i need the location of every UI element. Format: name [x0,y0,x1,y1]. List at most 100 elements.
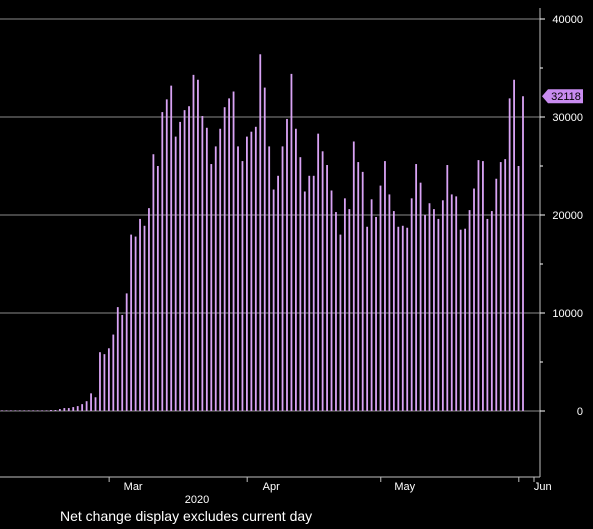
x-tick-label: Jun [534,481,552,493]
bar [424,215,426,411]
bar [419,182,422,411]
bar [72,407,75,411]
bar [161,112,164,411]
bar [36,410,39,411]
bar [268,146,271,411]
bar [317,133,320,411]
bar [246,136,248,411]
bar [290,73,293,411]
bar [237,146,239,411]
bar [10,410,12,411]
bar [219,128,222,411]
bar [388,194,391,411]
bar [468,210,471,411]
bar [232,91,235,412]
bar [415,164,418,411]
bar [464,228,467,411]
bar [76,406,79,411]
bar [90,393,92,411]
bar [446,165,449,411]
bar [156,166,159,411]
bar [210,164,213,411]
bar [401,225,404,411]
bar [174,136,177,411]
x-tick-label: Mar [124,481,143,493]
bar [139,218,141,411]
bar [179,121,182,412]
bar [397,226,400,411]
bar [5,410,8,411]
bar [228,98,230,411]
bar [103,354,106,411]
y-tick-label: 0 [577,406,583,418]
bar [330,190,333,411]
bar [339,234,342,411]
bar [201,116,204,412]
x-axis-year-label: 2020 [185,494,209,506]
bar [343,198,346,411]
bar [41,410,43,411]
bar [348,209,351,411]
bar [241,161,244,411]
x-tick-label: May [394,481,415,493]
bar [152,154,155,412]
bar [384,161,386,411]
bar [450,194,453,411]
bar [14,410,17,411]
bar [50,410,52,411]
bar [148,208,150,411]
footer-note: Net change display excludes current day [60,508,313,524]
bar [379,185,382,411]
bar [312,175,315,411]
bar [188,106,190,411]
bar [352,141,355,411]
bar [134,236,137,411]
bar [130,234,133,411]
bar [205,127,208,411]
bar [27,410,30,411]
bar [281,146,284,411]
bar [23,410,26,411]
bar [455,196,458,411]
bar [223,107,226,411]
last-value-badge: 32118 [542,89,583,104]
bar [54,410,57,411]
bar [459,229,462,411]
bar [437,218,440,411]
bar [486,218,489,411]
bar [286,118,288,412]
bar [214,146,217,411]
bar [375,216,377,411]
bar [370,199,373,411]
bar [254,126,257,412]
bar [428,203,431,411]
bar [192,74,195,412]
bar [410,198,413,411]
bar [477,160,480,411]
bar [495,178,498,411]
bar [272,189,275,411]
bar-chart: 010000200003000040000 Mar Apr May Jun 2020 … [0,0,593,529]
bar [107,348,110,411]
bar [45,410,48,411]
bar [326,165,328,411]
bar [259,54,262,411]
bar [508,98,511,411]
bar [165,99,168,412]
bar [143,225,146,411]
bar [67,408,70,411]
y-tick-label: 10000 [552,308,583,320]
bar [321,151,324,412]
bar [335,212,337,411]
bar [406,227,409,411]
bar [357,162,360,411]
bar [58,409,61,411]
bar [99,352,101,411]
bar [299,157,302,411]
bar [121,314,124,411]
bar [392,211,395,411]
bar [473,188,475,411]
y-tick-label: 30000 [552,112,583,124]
bar [433,209,435,411]
bar [116,307,119,411]
